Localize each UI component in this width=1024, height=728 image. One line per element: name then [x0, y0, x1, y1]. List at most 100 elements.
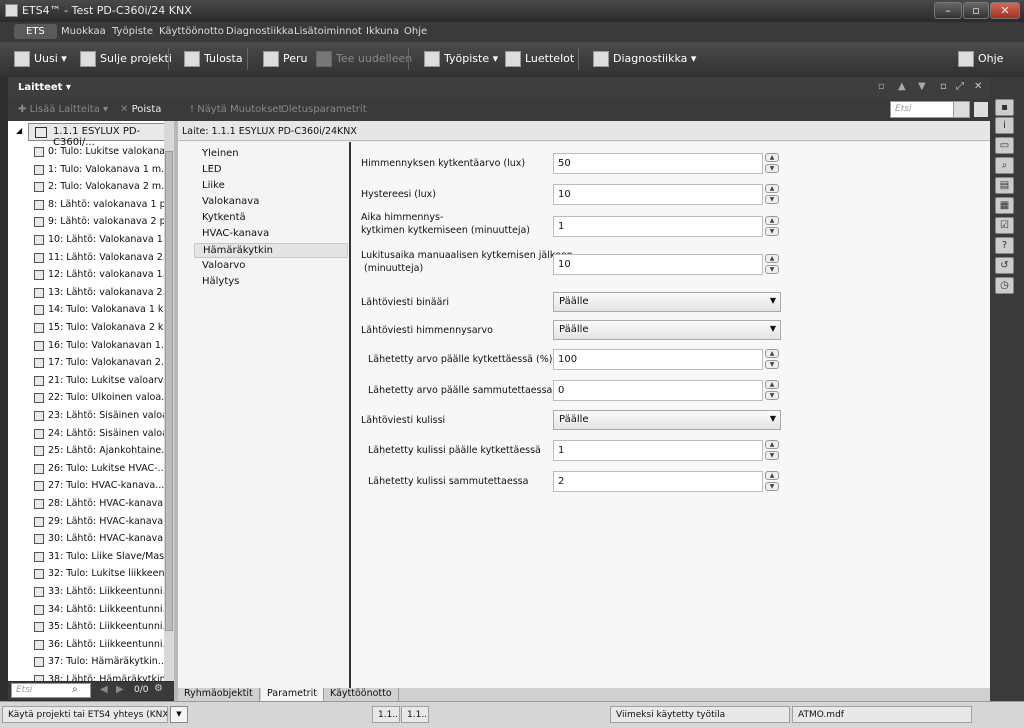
- tree-item[interactable]: 16: Tulo: Valokanavan 1...: [8, 338, 168, 356]
- undo-history-icon[interactable]: ↺: [995, 257, 1014, 274]
- tree-scroll-thumb[interactable]: [165, 151, 173, 631]
- close-project-button[interactable]: Sulje projekti: [80, 51, 172, 67]
- new-button[interactable]: Uusi ▾: [14, 51, 67, 67]
- filter-icon[interactable]: [974, 102, 988, 117]
- parameter-select[interactable]: Päälle ▼: [553, 320, 781, 340]
- pin-icon[interactable]: ▫: [878, 81, 885, 92]
- collapse-icon[interactable]: ◢: [16, 126, 22, 135]
- info-icon[interactable]: i: [995, 117, 1014, 134]
- spin-up-icon[interactable]: ▲: [765, 440, 779, 449]
- add-devices-button[interactable]: ✚ Lisää Laitteita ▾: [18, 104, 108, 115]
- undo-button[interactable]: Peru: [263, 51, 308, 67]
- category-item[interactable]: Hälytys: [194, 275, 348, 290]
- clock-icon[interactable]: ◷: [995, 277, 1014, 294]
- default-params-button[interactable]: Oletusparametrit: [281, 104, 367, 115]
- tab-commissioning[interactable]: Käyttöönotto: [324, 688, 399, 701]
- tree-item[interactable]: 37: Tulo: Hämäräkytkin...: [8, 654, 168, 672]
- spin-up-icon[interactable]: ▲: [765, 216, 779, 225]
- menu-edit[interactable]: Muokkaa: [61, 26, 106, 37]
- spin-up-icon[interactable]: ▲: [765, 254, 779, 263]
- checklist-icon[interactable]: ☑: [995, 217, 1014, 234]
- magnifier-icon[interactable]: ⌕: [995, 157, 1014, 174]
- parameter-select[interactable]: Päälle ▼: [553, 410, 781, 430]
- tree-item[interactable]: 33: Lähtö: Liikkeentunni...: [8, 584, 168, 602]
- menu-extras[interactable]: Lisätoiminnot: [294, 26, 362, 37]
- spin-down-icon[interactable]: ▼: [765, 391, 779, 400]
- next-page-icon[interactable]: ▶: [116, 684, 124, 695]
- tree-search-input[interactable]: Etsi: [11, 683, 91, 698]
- tree-item[interactable]: 28: Lähtö: HVAC-kanava...: [8, 496, 168, 514]
- menu-workplace[interactable]: Työpiste: [112, 26, 153, 37]
- tree-item[interactable]: 31: Tulo: Liike Slave/Mas...: [8, 549, 168, 567]
- catalog-icon[interactable]: ▦: [995, 197, 1014, 214]
- tree-item[interactable]: 36: Lähtö: Liikkeentunni...: [8, 637, 168, 655]
- tree-item[interactable]: 10: Lähtö: Valokanava 1...: [8, 232, 168, 250]
- menu-ets[interactable]: ETS: [14, 24, 57, 39]
- category-item[interactable]: Hämäräkytkin: [194, 243, 348, 258]
- menu-commissioning[interactable]: Käyttöönotto: [159, 26, 224, 37]
- parameter-select[interactable]: Päälle ▼: [553, 292, 781, 312]
- tree-item[interactable]: 30: Lähtö: HVAC-kanava...: [8, 531, 168, 549]
- spin-down-icon[interactable]: ▼: [765, 360, 779, 369]
- tree-item[interactable]: 12: Lähtö: valokanava 1...: [8, 267, 168, 285]
- maximize-panel-icon[interactable]: ⤢: [956, 81, 964, 92]
- spin-up-icon[interactable]: ▲: [765, 471, 779, 480]
- print-button[interactable]: Tulosta: [184, 51, 243, 67]
- search-icon[interactable]: [953, 102, 969, 117]
- diagnostics-button[interactable]: Diagnostiikka ▾: [593, 51, 696, 67]
- spin-down-icon[interactable]: ▼: [765, 164, 779, 173]
- spin-up-icon[interactable]: ▲: [765, 153, 779, 162]
- close-panel-icon[interactable]: ✕: [974, 81, 982, 92]
- up-arrow-icon[interactable]: ▲: [898, 81, 906, 92]
- status-dropdown-button[interactable]: ▼: [170, 706, 188, 723]
- parameter-input[interactable]: 1: [553, 440, 763, 461]
- parameter-input[interactable]: 2: [553, 471, 763, 492]
- tree-item[interactable]: 21: Tulo: Lukitse valoarv...: [8, 373, 168, 391]
- float-window-icon[interactable]: ▫: [940, 81, 947, 92]
- minimize-button[interactable]: –: [934, 2, 962, 19]
- parameter-input[interactable]: 50: [553, 153, 763, 174]
- window-icon[interactable]: ▤: [995, 177, 1014, 194]
- devices-panel-title[interactable]: Laitteet ▾: [18, 82, 71, 93]
- category-item[interactable]: Valoarvo: [194, 259, 348, 274]
- question-icon[interactable]: ?: [995, 237, 1014, 254]
- tree-item[interactable]: 26: Tulo: Lukitse HVAC-...: [8, 461, 168, 479]
- tree-item[interactable]: 1: Tulo: Valokanava 1 m...: [8, 162, 168, 180]
- spin-down-icon[interactable]: ▼: [765, 265, 779, 274]
- tree-item[interactable]: 17: Tulo: Valokanavan 2...: [8, 355, 168, 373]
- tree-item[interactable]: 32: Tulo: Lukitse liikkeen...: [8, 566, 168, 584]
- tree-item[interactable]: 13: Lähtö: valokanava 2...: [8, 285, 168, 303]
- parameter-input[interactable]: 10: [553, 254, 763, 275]
- spin-down-icon[interactable]: ▼: [765, 195, 779, 204]
- menu-help[interactable]: Ohje: [404, 26, 427, 37]
- tree-item[interactable]: 29: Lähtö: HVAC-kanava...: [8, 514, 168, 532]
- tree-item[interactable]: 23: Lähtö: Sisäinen valoa...: [8, 408, 168, 426]
- tab-parameters[interactable]: Parametrit: [261, 688, 324, 701]
- tree-scrollbar[interactable]: [164, 121, 174, 681]
- tree-item[interactable]: 34: Lähtö: Liikkeentunni...: [8, 602, 168, 620]
- parameter-input[interactable]: 1: [553, 216, 763, 237]
- workspace-button[interactable]: Työpiste ▾: [424, 51, 498, 67]
- parameter-input[interactable]: 100: [553, 349, 763, 370]
- spin-down-icon[interactable]: ▼: [765, 227, 779, 236]
- redo-button[interactable]: Tee uudelleen: [316, 51, 412, 67]
- folder-icon[interactable]: ▭: [995, 137, 1014, 154]
- tree-item[interactable]: 22: Tulo: Ulkoinen valoa...: [8, 390, 168, 408]
- menu-window[interactable]: Ikkuna: [366, 26, 399, 37]
- menu-diagnostics[interactable]: Diagnostiikka: [226, 26, 294, 37]
- delete-button[interactable]: ✕ Poista: [120, 104, 161, 115]
- tree-item[interactable]: 11: Lähtö: Valokanava 2...: [8, 250, 168, 268]
- category-item[interactable]: Liike: [194, 179, 348, 194]
- tree-item[interactable]: 38: Lähtö: Hämäräkytkin: [8, 672, 168, 681]
- prev-page-icon[interactable]: ◀: [100, 684, 108, 695]
- tree-item[interactable]: 24: Lähtö: Sisäinen valoa...: [8, 426, 168, 444]
- spin-up-icon[interactable]: ▲: [765, 184, 779, 193]
- category-item[interactable]: Kytkentä: [194, 211, 348, 226]
- maximize-button[interactable]: ▫: [963, 2, 989, 19]
- parameter-input[interactable]: 0: [553, 380, 763, 401]
- tree-item[interactable]: 27: Tulo: HVAC-kanava...: [8, 478, 168, 496]
- tree-item[interactable]: 25: Lähtö: Ajankohtaine...: [8, 443, 168, 461]
- category-item[interactable]: HVAC-kanava: [194, 227, 348, 242]
- category-item[interactable]: Yleinen: [194, 147, 348, 162]
- help-button[interactable]: Ohje: [958, 51, 1003, 67]
